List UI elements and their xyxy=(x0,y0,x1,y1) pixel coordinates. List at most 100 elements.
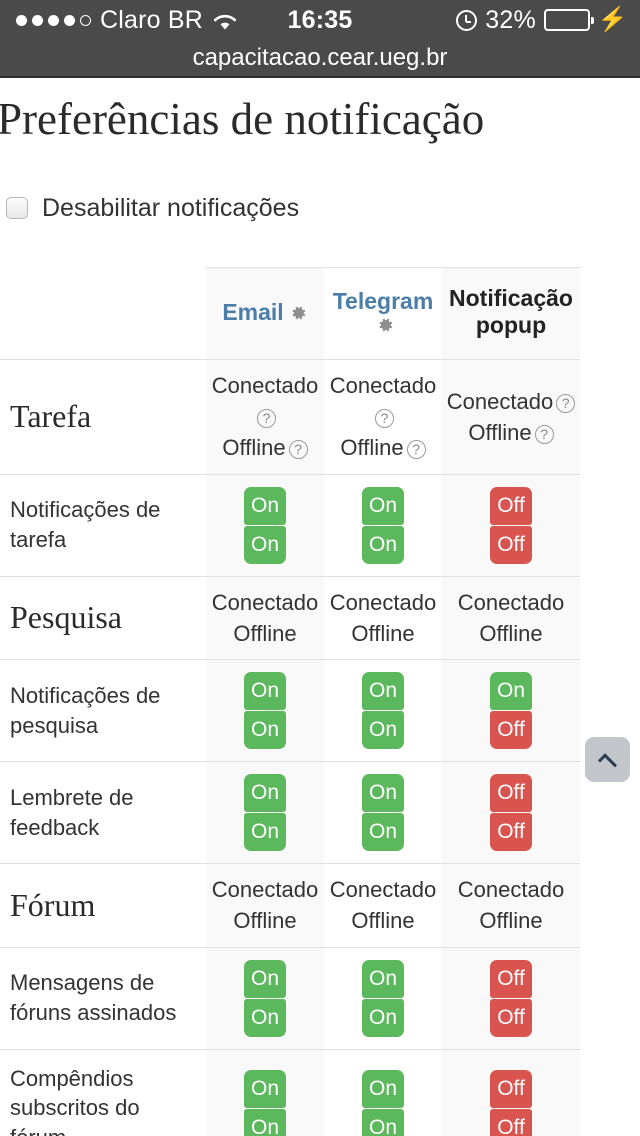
toggle-offline[interactable]: On xyxy=(362,998,404,1037)
table-group-row: Fórum Conectado Offline Conectado Offline Con… xyxy=(0,863,580,948)
toggle-online[interactable]: On xyxy=(362,774,404,813)
toggle-pair: On On xyxy=(362,1069,404,1136)
toggle-online[interactable]: On xyxy=(490,672,532,711)
toggle-cell: On On xyxy=(206,473,324,577)
toggle-online[interactable]: Off xyxy=(490,959,532,998)
toggle-online[interactable]: Off xyxy=(490,486,532,525)
toggle-online[interactable]: On xyxy=(244,959,286,998)
toggle-pair: On On xyxy=(362,774,404,852)
offline-state-label: Offline xyxy=(351,908,415,934)
table-row: Mensagens de fóruns assinados On On On On Off… xyxy=(0,946,580,1050)
help-icon[interactable]: ? xyxy=(534,424,554,444)
browser-url-bar[interactable]: capacitacao.cear.ueg.br xyxy=(0,40,640,78)
help-icon[interactable]: ? xyxy=(288,440,308,460)
preference-name: Lembrete de feedback xyxy=(0,761,206,864)
online-state-label: Conectado xyxy=(329,589,437,615)
toggle-pair: Off Off xyxy=(490,486,532,564)
toggle-pair: On On xyxy=(362,672,404,750)
toggle-online[interactable]: On xyxy=(362,672,404,711)
email-settings-link[interactable]: Email xyxy=(222,299,283,325)
offline-state-label: Offline xyxy=(468,419,532,445)
toggle-online[interactable]: Off xyxy=(490,774,532,813)
table-row: Notificações de tarefa On On On On Off Off xyxy=(0,473,580,577)
table-row: Compêndios subscritos do fórumOnOnOnOnOf… xyxy=(0,1048,580,1136)
toggle-offline[interactable]: On xyxy=(362,813,404,852)
gear-icon[interactable] xyxy=(375,315,395,335)
online-state-label: Conectado xyxy=(329,877,437,903)
disable-notifications-row[interactable]: Desabilitar notificações xyxy=(6,194,640,223)
toggle-cell: On Off xyxy=(442,659,580,762)
help-icon[interactable]: ? xyxy=(257,409,276,429)
toggle-offline[interactable]: On xyxy=(244,525,286,564)
telegram-settings-link[interactable]: Telegram xyxy=(333,288,434,314)
online-state-label: Conectado xyxy=(329,372,437,398)
notification-preferences-table: Email Telegram Notificação popup Tarefa C… xyxy=(0,266,580,1136)
toggle-offline[interactable]: Off xyxy=(490,813,532,852)
toggle-online[interactable]: On xyxy=(362,959,404,998)
group-state-cell: Conectado? Offline? xyxy=(206,358,324,475)
group-state-cell: Conectado Offline xyxy=(442,575,580,660)
toggle-offline[interactable]: On xyxy=(362,711,404,750)
gear-icon[interactable] xyxy=(288,303,308,323)
group-state-cell: Conectado Offline xyxy=(206,575,324,660)
preference-name: Notificações de tarefa xyxy=(0,473,206,577)
group-state-cell: Conectado Offline xyxy=(442,863,580,948)
toggle-offline[interactable]: On xyxy=(244,813,286,852)
toggle-cell: On On xyxy=(206,659,324,762)
toggle-offline[interactable]: On xyxy=(244,998,286,1037)
toggle-cell: On On xyxy=(206,946,324,1050)
toggle-online[interactable]: On xyxy=(244,1069,286,1108)
toggle-online[interactable]: Off xyxy=(490,1069,532,1108)
online-state-label: Conectado xyxy=(457,589,565,615)
chevron-up-icon xyxy=(597,752,618,772)
toggle-pair: On On xyxy=(362,486,404,564)
toggle-online[interactable]: On xyxy=(244,486,286,525)
disable-notifications-checkbox[interactable] xyxy=(6,197,28,220)
toggle-offline[interactable]: On xyxy=(362,1108,404,1136)
toggle-cell: On On xyxy=(324,659,442,762)
toggle-cell: On On xyxy=(324,946,442,1050)
toggle-cell: On On xyxy=(206,1048,324,1136)
toggle-offline[interactable]: Off xyxy=(490,998,532,1037)
toggle-offline[interactable]: Off xyxy=(490,525,532,564)
offline-state-label: Offline xyxy=(479,620,543,646)
toggle-pair: On On xyxy=(362,959,404,1037)
toggle-pair: Off Off xyxy=(490,774,532,852)
online-state-label: Conectado xyxy=(211,372,319,398)
battery-icon xyxy=(543,9,594,31)
toggle-online[interactable]: On xyxy=(244,774,286,813)
table-group-row: Tarefa Conectado? Offline? Conectado? Offlin… xyxy=(0,358,580,475)
group-name: Tarefa xyxy=(0,358,206,475)
group-name: Fórum xyxy=(0,863,206,948)
toggle-offline[interactable]: On xyxy=(244,711,286,750)
table-group-row: Pesquisa Conectado Offline Conectado Offline… xyxy=(0,575,580,660)
group-state-cell: Conectado Offline xyxy=(324,575,442,660)
offline-state-label: Offline xyxy=(233,620,297,646)
toggle-offline[interactable]: On xyxy=(362,525,404,564)
toggle-offline[interactable]: Off xyxy=(490,1108,532,1136)
toggle-pair: Off Off xyxy=(490,959,532,1037)
preference-name: Mensagens de fóruns assinados xyxy=(0,946,206,1050)
disable-notifications-label: Desabilitar notificações xyxy=(42,193,300,222)
page-content: Preferências de notificação Desabilitar … xyxy=(0,78,640,1136)
group-state-cell: Conectado? Offline? xyxy=(442,358,580,475)
popup-column-label: Notificação popup xyxy=(449,284,573,339)
online-state-label: Conectado xyxy=(211,589,319,615)
toggle-pair: On On xyxy=(244,959,286,1037)
back-to-top-button[interactable] xyxy=(585,737,630,782)
online-state-label: Conectado xyxy=(457,877,565,903)
offline-state-label: Offline xyxy=(479,908,543,934)
online-state-label: Conectado xyxy=(446,388,554,414)
toggle-offline[interactable]: Off xyxy=(490,711,532,750)
toggle-online[interactable]: On xyxy=(362,486,404,525)
toggle-cell: On On xyxy=(324,1048,442,1136)
help-icon[interactable]: ? xyxy=(556,393,576,413)
toggle-online[interactable]: On xyxy=(362,1069,404,1108)
url-text: capacitacao.cear.ueg.br xyxy=(192,44,448,71)
group-state-cell: Conectado Offline xyxy=(206,863,324,948)
toggle-online[interactable]: On xyxy=(244,672,286,711)
toggle-offline[interactable]: On xyxy=(244,1108,286,1136)
table-header-row: Email Telegram Notificação popup xyxy=(0,266,580,360)
help-icon[interactable]: ? xyxy=(375,409,394,429)
help-icon[interactable]: ? xyxy=(406,440,426,460)
